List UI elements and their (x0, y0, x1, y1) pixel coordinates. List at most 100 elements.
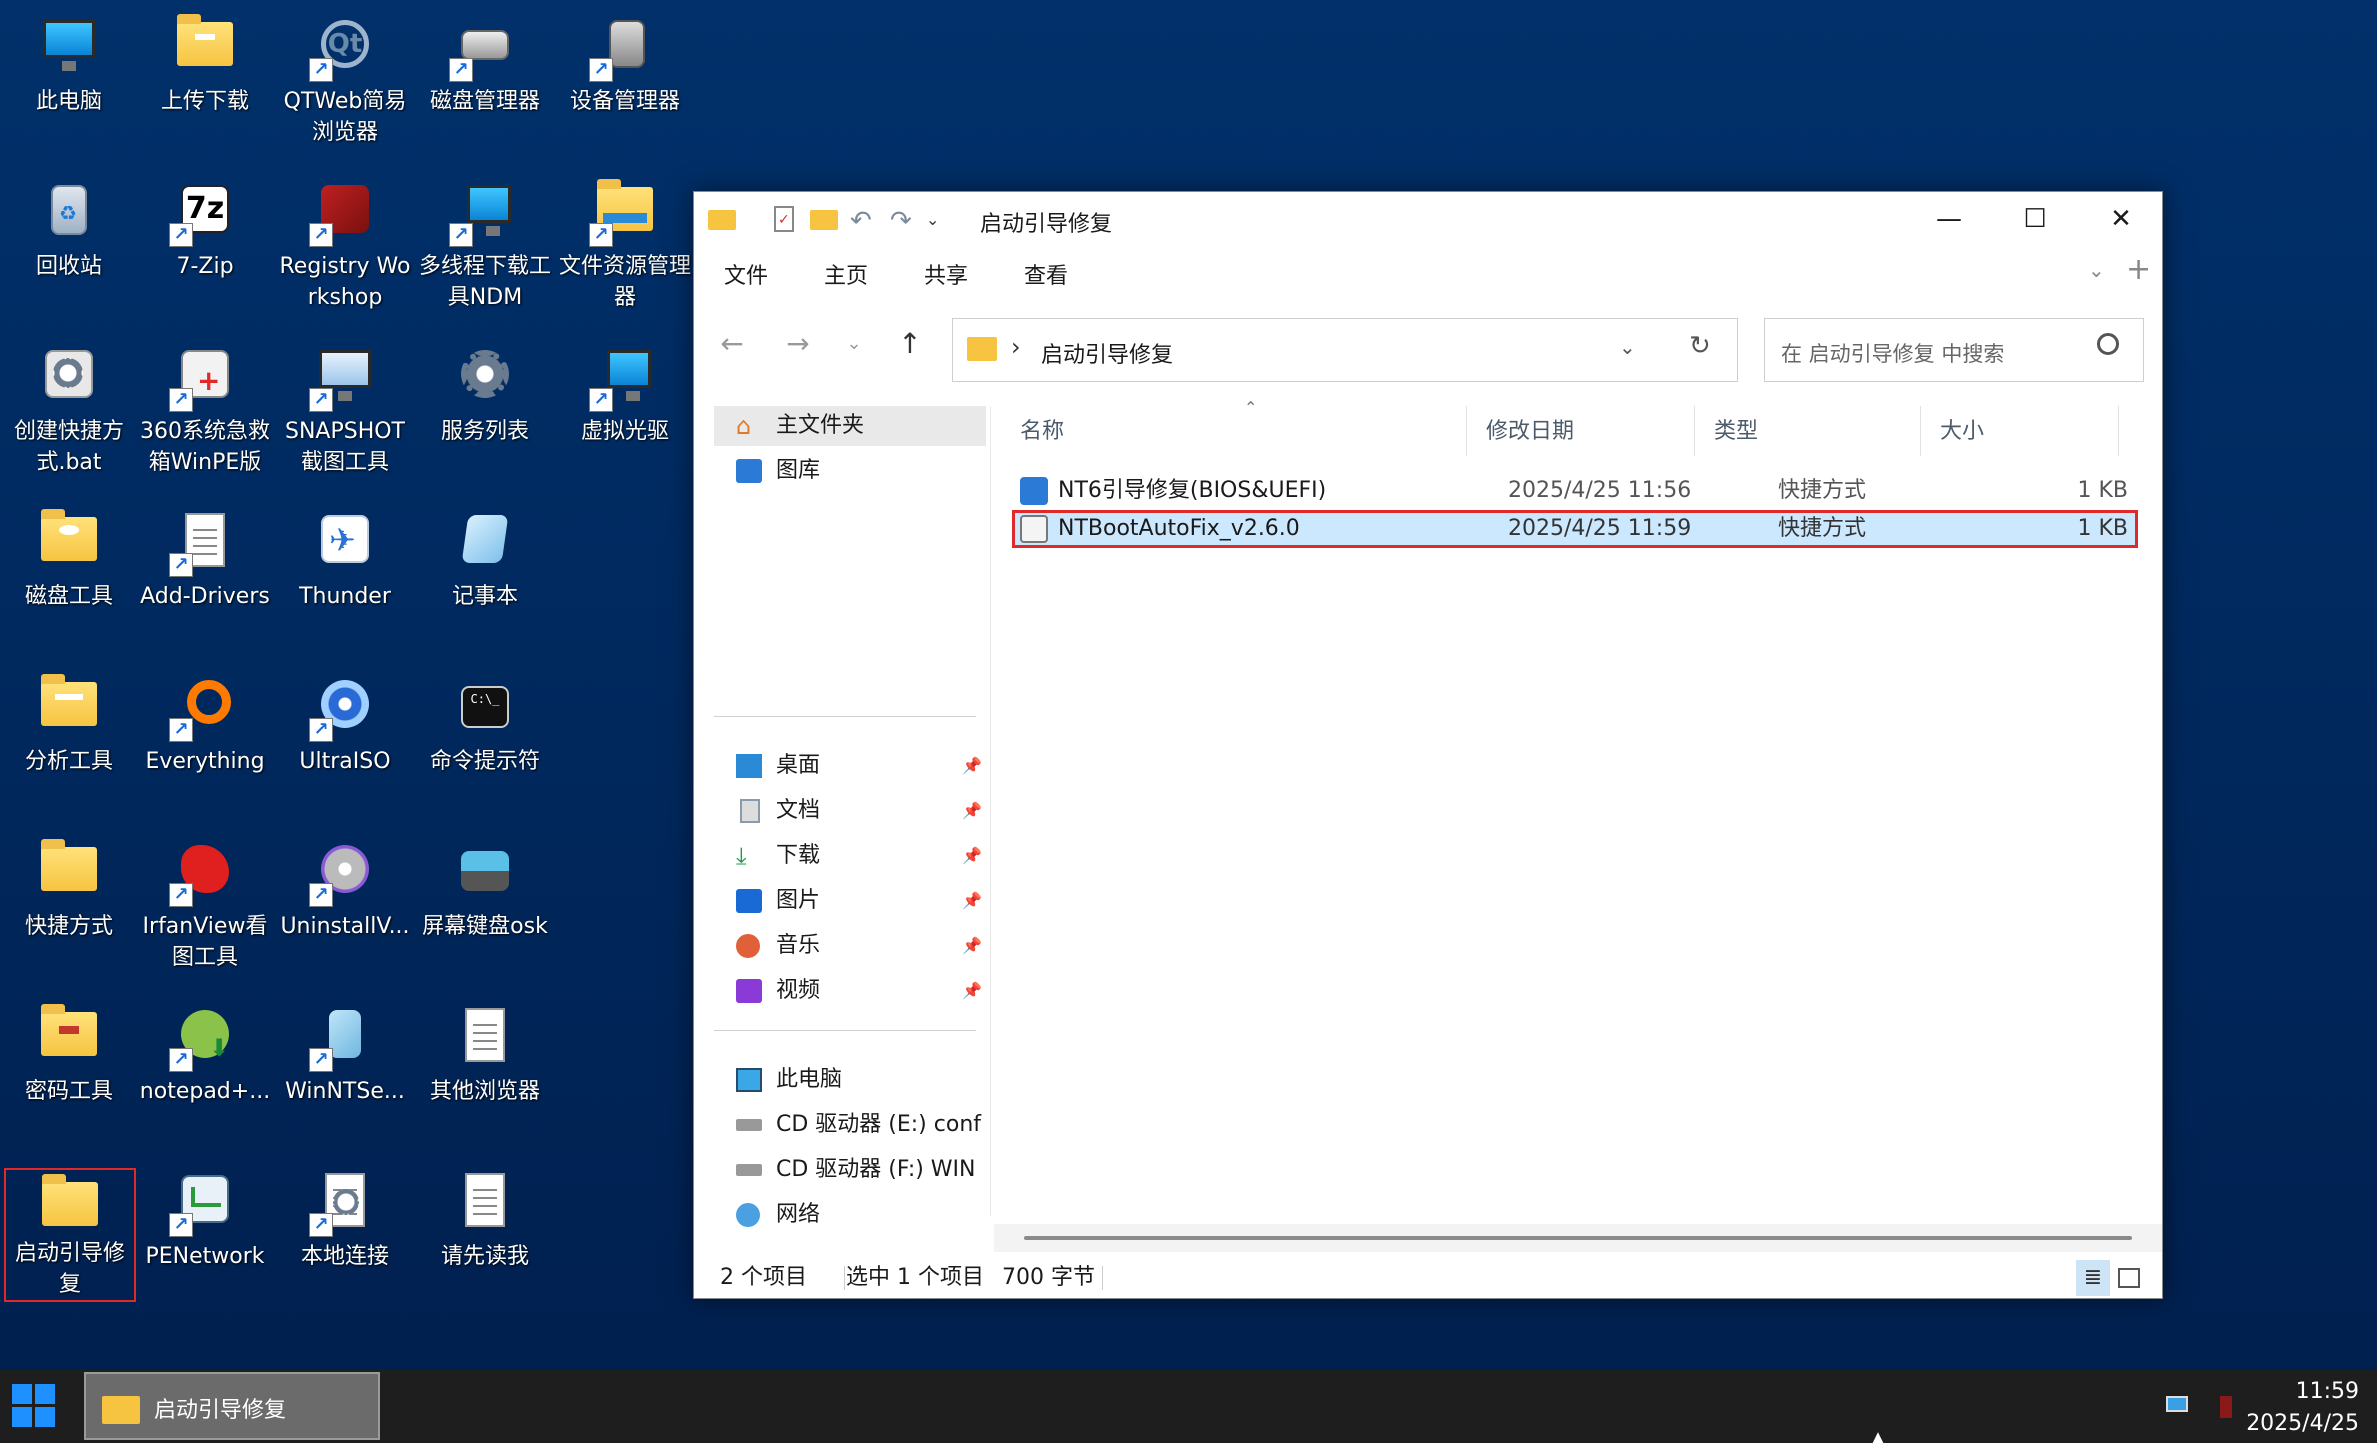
desktop-icon-readme[interactable]: 请先读我 (416, 1155, 554, 1315)
nav-item-music[interactable]: 音乐 📌 (736, 926, 988, 966)
nav-item-downloads[interactable]: ⤓ 下载 📌 (736, 836, 988, 876)
nav-item-pictures[interactable]: 图片 📌 (736, 881, 988, 921)
desktop-icon-this-pc[interactable]: 此电脑 (0, 0, 138, 160)
column-header-date[interactable]: 类型 (1714, 408, 1758, 456)
network-tray-icon[interactable] (2164, 1394, 2192, 1422)
desktop-icon-analysis-tools[interactable]: 分析工具 (0, 660, 138, 820)
nav-item-desktop[interactable]: 桌面 📌 (736, 746, 988, 786)
sort-ascending-icon: ⌃ (1244, 398, 1258, 417)
pin-icon[interactable]: 📌 (962, 746, 982, 786)
desktop-icon-create-shortcut-bat[interactable]: 创建快捷方式.bat (0, 330, 138, 490)
desktop-icon-notepad[interactable]: 记事本 (416, 495, 554, 655)
breadcrumb[interactable]: 启动引导修复 (1041, 337, 1173, 369)
desktop-icon-add-drivers[interactable]: ↗ Add-Drivers (136, 495, 274, 655)
nav-item-cd-drive-f[interactable]: CD 驱动器 (F:) WIN (736, 1150, 988, 1190)
scrollbar-thumb[interactable] (1024, 1236, 2132, 1240)
desktop-icon-virtual-drive[interactable]: ↗ 虚拟光驱 (556, 330, 694, 490)
nav-item-home[interactable]: ⌂ 主文件夹 (714, 406, 986, 446)
desktop-icon-winntsetup[interactable]: ↗ WinNTSe... (276, 990, 414, 1150)
search-icon[interactable] (2097, 333, 2119, 355)
file-explorer-icon: ↗ (589, 179, 657, 247)
desktop-icon-osk[interactable]: 屏幕键盘osk (416, 825, 554, 985)
desktop-icon-local-connection[interactable]: ↗ 本地连接 (276, 1155, 414, 1315)
uninstall-icon: ↗ (309, 839, 377, 907)
nav-item-network[interactable]: 网络 (736, 1195, 988, 1235)
desktop-icon-shortcuts[interactable]: 快捷方式 (0, 825, 138, 985)
file-row[interactable]: NT6引导修复(BIOS&UEFI) 2025/4/25 11:56 快捷方式 … (1012, 472, 2138, 510)
desktop-icon-thunder[interactable]: ✈ Thunder (276, 495, 414, 655)
new-folder-icon[interactable] (810, 206, 840, 234)
tab-file[interactable]: 文件 (724, 258, 768, 290)
back-button[interactable]: ← (712, 324, 752, 364)
desktop-icon-password-tools[interactable]: 密码工具 (0, 990, 138, 1150)
pin-icon[interactable]: 📌 (962, 836, 982, 876)
nav-item-this-pc[interactable]: 此电脑 (736, 1060, 988, 1100)
recycle-bin-icon: ♻ (37, 179, 101, 243)
pin-icon[interactable]: 📌 (962, 881, 982, 921)
tab-view[interactable]: 查看 (1024, 258, 1068, 290)
column-header-date-modified[interactable]: 修改日期 (1486, 408, 1574, 456)
undo-icon[interactable]: ↶ (850, 206, 880, 236)
desktop-icon-notepadpp[interactable]: ⬇ ↗ notepad+... (136, 990, 274, 1150)
search-input[interactable]: 在 启动引导修复 中搜索 (1781, 338, 2004, 368)
chevron-down-icon[interactable]: ⌄ (926, 210, 956, 238)
desktop-icon-uninstallview[interactable]: ↗ UninstallV... (276, 825, 414, 985)
desktop-icon-disk-manager[interactable]: ↗ 磁盘管理器 (416, 0, 554, 160)
nav-item-documents[interactable]: 文档 📌 (736, 791, 988, 831)
desktop-icon-recycle-bin[interactable]: ♻ 回收站 (0, 165, 138, 325)
column-header-name[interactable]: 名称 (1020, 408, 1064, 456)
desktop-icon-irfanview[interactable]: ↗ IrfanView看图工具 (136, 825, 274, 985)
taskbar-item-explorer[interactable]: 启动引导修复 (84, 1372, 380, 1440)
desktop-icon-upload-download[interactable]: 上传下载 (136, 0, 274, 160)
address-bar[interactable]: › 启动引导修复 ⌄ ↻ (952, 318, 1738, 382)
minimize-button[interactable]: — (1906, 192, 1992, 246)
redo-icon[interactable]: ↷ (890, 206, 920, 236)
desktop-icon-360-first-aid[interactable]: + ↗ 360系统急救箱WinPE版 (136, 330, 274, 490)
nav-item-gallery[interactable]: 图库 (736, 451, 988, 491)
expand-ribbon-icon[interactable]: ⌄ (2088, 258, 2105, 282)
start-button[interactable] (12, 1384, 58, 1430)
tiles-view-icon[interactable] (2118, 1268, 2140, 1288)
desktop-icon-registry-workshop[interactable]: ↗ Registry Workshop (276, 165, 414, 325)
properties-icon[interactable]: ✓ (770, 206, 800, 234)
desktop-icon-ultraiso[interactable]: ↗ UltraISO (276, 660, 414, 820)
desktop-icon-boot-repair[interactable]: 启动引导修复 (4, 1168, 136, 1302)
volume-tray-icon[interactable] (2212, 1394, 2240, 1422)
tab-share[interactable]: 共享 (924, 258, 968, 290)
maximize-button[interactable]: ☐ (1992, 192, 2078, 246)
document-icon: ↗ (169, 509, 237, 577)
tab-home[interactable]: 主页 (824, 258, 868, 290)
desktop-icon-cmd[interactable]: C:\_ 命令提示符 (416, 660, 554, 820)
file-row-selected[interactable]: NTBootAutoFix_v2.6.0 2025/4/25 11:59 快捷方… (1012, 510, 2138, 548)
plus-icon[interactable]: + (2126, 252, 2151, 287)
winntsetup-icon: ↗ (309, 1004, 377, 1072)
pin-icon[interactable]: 📌 (962, 791, 982, 831)
desktop-icon-ndm[interactable]: ↗ 多线程下载工具NDM (416, 165, 554, 325)
desktop-icon-everything[interactable]: ↗ Everything (136, 660, 274, 820)
nav-item-cd-drive-e[interactable]: CD 驱动器 (E:) conf (736, 1105, 988, 1145)
desktop-icon-snapshot[interactable]: ↗ SNAPSHOT截图工具 (276, 330, 414, 490)
pin-icon[interactable]: 📌 (962, 971, 982, 1011)
chevron-down-icon[interactable]: ⌄ (1619, 335, 1636, 359)
desktop-icon-penetwork[interactable]: ↗ PENetwork (136, 1155, 274, 1315)
pin-icon[interactable]: 📌 (962, 926, 982, 966)
nav-item-videos[interactable]: 视频 📌 (736, 971, 988, 1011)
desktop-icon-qtweb[interactable]: Qt ↗ QTWeb简易浏览器 (276, 0, 414, 160)
desktop-icon-other-browsers[interactable]: 其他浏览器 (416, 990, 554, 1150)
desktop-icon-device-manager[interactable]: ↗ 设备管理器 (556, 0, 694, 160)
refresh-icon[interactable]: ↻ (1689, 331, 1711, 361)
search-box[interactable]: 在 启动引导修复 中搜索 (1764, 318, 2144, 382)
desktop-icon-7zip[interactable]: 7z ↗ 7-Zip (136, 165, 274, 325)
close-button[interactable]: ✕ (2078, 192, 2164, 246)
recent-locations-button[interactable]: ⌄ (834, 324, 874, 364)
desktop-icon-disk-tools[interactable]: 磁盘工具 (0, 495, 138, 655)
up-button[interactable]: ↑ (890, 324, 930, 364)
desktop-icon-services[interactable]: 服务列表 (416, 330, 554, 490)
column-header-size[interactable]: 大小 (1940, 408, 1984, 456)
clock[interactable]: 11:59 2025/4/25 (2246, 1376, 2359, 1440)
forward-button[interactable]: → (778, 324, 818, 364)
pane-divider[interactable] (990, 406, 991, 1216)
desktop-icon-file-explorer[interactable]: ↗ 文件资源管理器 (556, 165, 694, 325)
folder-icon (37, 509, 101, 573)
details-view-icon[interactable]: ≣ (2076, 1260, 2110, 1296)
